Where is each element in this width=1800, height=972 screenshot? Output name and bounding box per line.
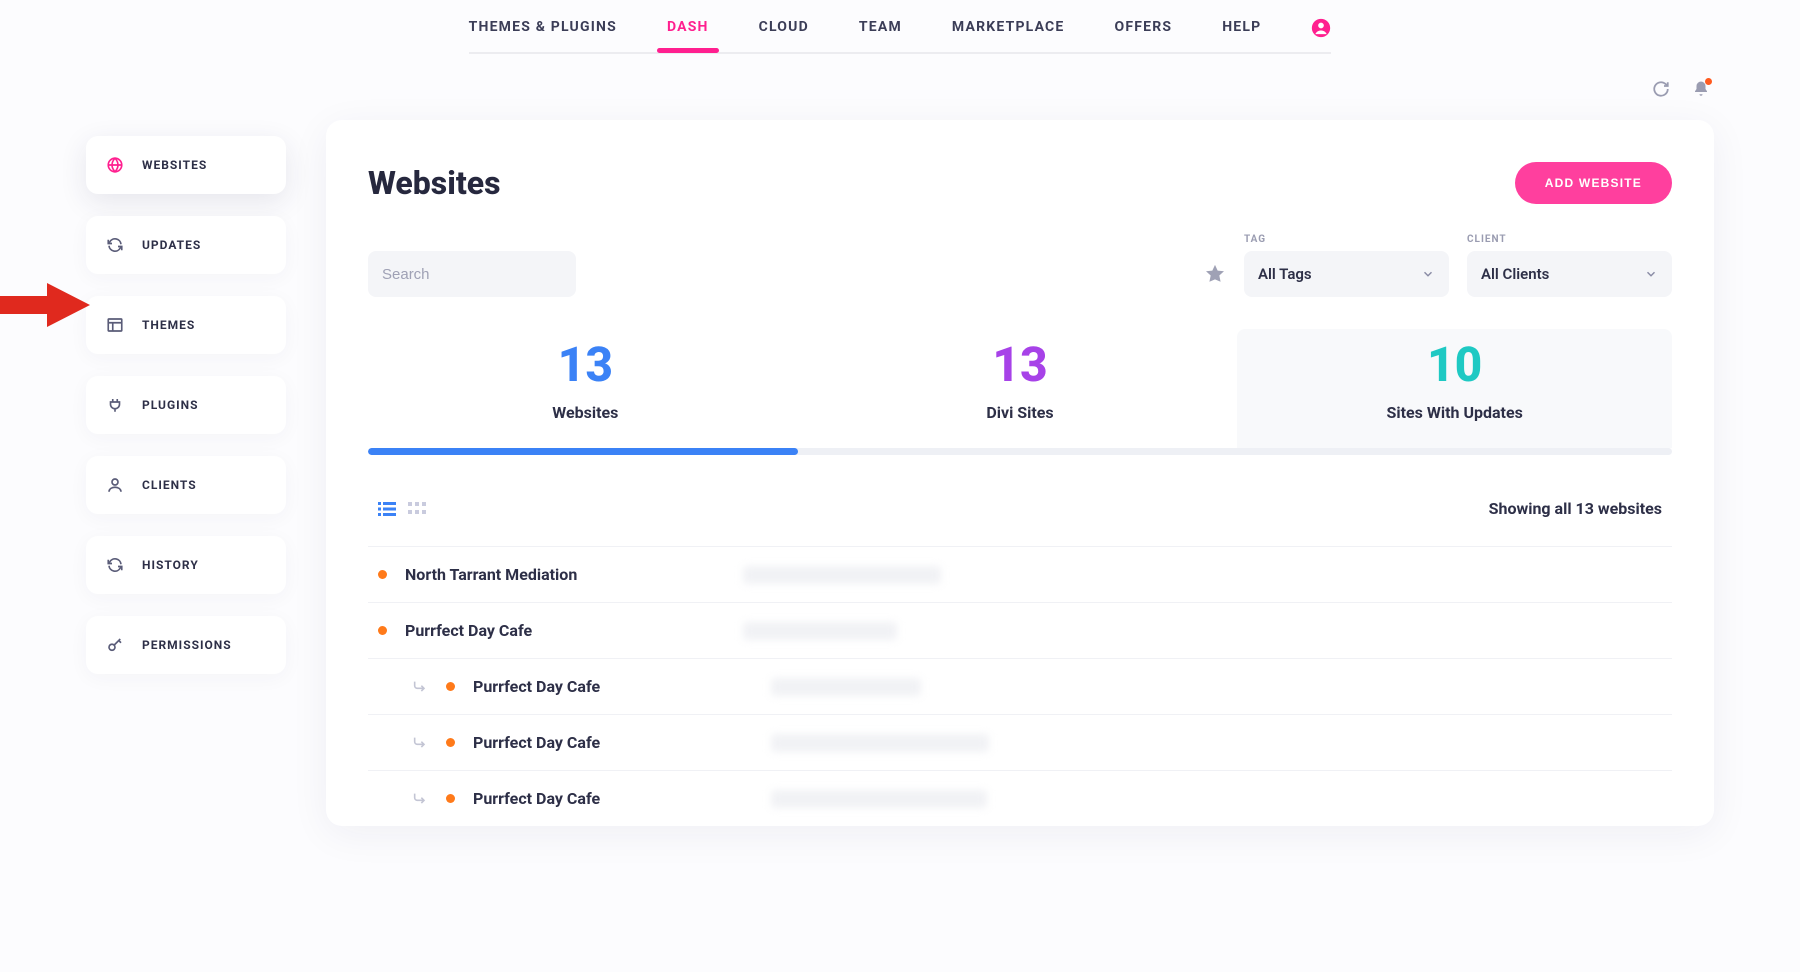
- status-dot-icon: [446, 682, 455, 691]
- sidebar-item-label: WEBSITES: [142, 158, 207, 172]
- tag-filter-group: TAG All Tags: [1244, 234, 1449, 297]
- list-view-button[interactable]: [378, 501, 396, 517]
- key-icon: [106, 636, 124, 654]
- search-input[interactable]: [368, 251, 576, 297]
- client-filter-value: All Clients: [1481, 265, 1549, 283]
- site-url-redacted: [771, 790, 987, 808]
- stat-value: 13: [803, 341, 1238, 389]
- page-title: Websites: [368, 164, 501, 202]
- nav-team[interactable]: TEAM: [859, 19, 902, 37]
- table-row[interactable]: North Tarrant Mediation: [368, 546, 1672, 602]
- site-url-redacted: [743, 566, 941, 584]
- plug-icon: [106, 396, 124, 414]
- sidebar-item-themes[interactable]: THEMES: [86, 296, 286, 354]
- top-nav: THEMES & PLUGINS DASH CLOUD TEAM MARKETP…: [0, 0, 1800, 54]
- child-arrow-icon: [412, 735, 428, 751]
- sidebar-item-clients[interactable]: CLIENTS: [86, 456, 286, 514]
- table-row[interactable]: Purrfect Day Cafe: [368, 602, 1672, 658]
- child-arrow-icon: [412, 679, 428, 695]
- sidebar-item-label: CLIENTS: [142, 478, 197, 492]
- list-controls: Showing all 13 websites: [368, 455, 1672, 546]
- stat-divi-sites[interactable]: 13 Divi Sites: [803, 329, 1238, 448]
- sidebar-item-label: PLUGINS: [142, 398, 198, 412]
- sidebar-item-plugins[interactable]: PLUGINS: [86, 376, 286, 434]
- nav-dash[interactable]: DASH: [667, 19, 709, 37]
- site-url-redacted: [743, 622, 897, 640]
- client-filter-label: CLIENT: [1467, 234, 1672, 245]
- layout-icon: [106, 316, 124, 334]
- sidebar-item-label: UPDATES: [142, 238, 201, 252]
- tag-filter-label: TAG: [1244, 234, 1449, 245]
- add-website-button[interactable]: ADD WEBSITE: [1515, 162, 1672, 204]
- site-url-redacted: [771, 734, 989, 752]
- grid-view-button[interactable]: [408, 502, 426, 516]
- nav-marketplace[interactable]: MARKETPLACE: [952, 19, 1065, 37]
- progress-bar: [368, 448, 798, 455]
- stat-label: Sites With Updates: [1237, 403, 1672, 422]
- tag-filter-value: All Tags: [1258, 265, 1312, 283]
- refresh-icon: [106, 556, 124, 574]
- child-arrow-icon: [412, 791, 428, 807]
- nav-help[interactable]: HELP: [1222, 19, 1261, 37]
- stat-sites-with-updates[interactable]: 10 Sites With Updates: [1237, 329, 1672, 448]
- stat-label: Websites: [368, 403, 803, 422]
- status-dot-icon: [378, 626, 387, 635]
- stats-row: 13 Websites 13 Divi Sites 10 Sites With …: [368, 329, 1672, 448]
- status-dot-icon: [446, 738, 455, 747]
- chevron-down-icon: [1644, 267, 1658, 281]
- filter-row: TAG All Tags CLIENT All Clients: [368, 234, 1672, 297]
- sidebar-item-label: PERMISSIONS: [142, 638, 232, 652]
- status-dot-icon: [446, 794, 455, 803]
- account-icon[interactable]: [1311, 18, 1331, 38]
- nav-cloud[interactable]: CLOUD: [759, 19, 809, 37]
- tag-filter-select[interactable]: All Tags: [1244, 251, 1449, 297]
- refresh-icon: [106, 236, 124, 254]
- sidebar: WEBSITES UPDATES THEMES PLUGINS CLIENTS: [86, 78, 286, 826]
- site-name: Purrfect Day Cafe: [473, 789, 753, 808]
- view-toggle: [378, 501, 426, 517]
- site-name: Purrfect Day Cafe: [473, 677, 753, 696]
- sidebar-item-history[interactable]: HISTORY: [86, 536, 286, 594]
- table-row[interactable]: Purrfect Day Cafe: [368, 658, 1672, 714]
- stat-websites[interactable]: 13 Websites: [368, 329, 803, 448]
- stat-value: 13: [368, 341, 803, 389]
- site-url-redacted: [771, 678, 921, 696]
- annotation-arrow-icon: [0, 283, 90, 327]
- nav-themes-plugins[interactable]: THEMES & PLUGINS: [469, 19, 617, 37]
- sidebar-item-label: THEMES: [142, 318, 195, 332]
- chevron-down-icon: [1421, 267, 1435, 281]
- table-row[interactable]: Purrfect Day Cafe: [368, 770, 1672, 826]
- progress-track: [368, 448, 1672, 455]
- site-name: Purrfect Day Cafe: [405, 621, 725, 640]
- sidebar-item-permissions[interactable]: PERMISSIONS: [86, 616, 286, 674]
- header-row: Websites ADD WEBSITE: [368, 162, 1672, 204]
- nav-offers[interactable]: OFFERS: [1115, 19, 1173, 37]
- star-icon[interactable]: [1204, 263, 1226, 285]
- sidebar-item-updates[interactable]: UPDATES: [86, 216, 286, 274]
- site-name: North Tarrant Mediation: [405, 565, 725, 584]
- stat-label: Divi Sites: [803, 403, 1238, 422]
- site-table: North Tarrant Mediation Purrfect Day Caf…: [368, 546, 1672, 826]
- globe-icon: [106, 156, 124, 174]
- status-dot-icon: [378, 570, 387, 579]
- showing-text: Showing all 13 websites: [1489, 499, 1662, 518]
- sidebar-item-label: HISTORY: [142, 558, 199, 572]
- stat-value: 10: [1237, 341, 1672, 389]
- client-filter-group: CLIENT All Clients: [1467, 234, 1672, 297]
- main-panel: Websites ADD WEBSITE TAG All Tags CLIENT: [326, 120, 1714, 826]
- client-filter-select[interactable]: All Clients: [1467, 251, 1672, 297]
- sidebar-item-websites[interactable]: WEBSITES: [86, 136, 286, 194]
- top-nav-inner: THEMES & PLUGINS DASH CLOUD TEAM MARKETP…: [469, 18, 1332, 54]
- site-name: Purrfect Day Cafe: [473, 733, 753, 752]
- table-row[interactable]: Purrfect Day Cafe: [368, 714, 1672, 770]
- user-icon: [106, 476, 124, 494]
